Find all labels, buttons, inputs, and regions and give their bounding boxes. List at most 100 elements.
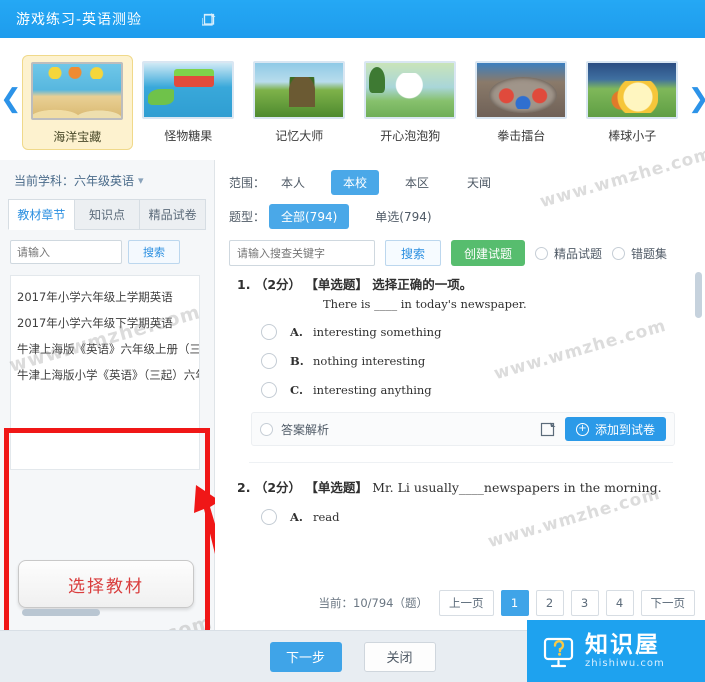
logo-title: 知识屋 <box>585 632 660 659</box>
option-letter: A. <box>290 325 303 339</box>
answer-analysis-bar: 答案解析 + 添加到试卷 <box>251 412 675 446</box>
close-button[interactable]: 关闭 <box>363 641 436 672</box>
game-label: 记忆大师 <box>275 128 324 143</box>
pagination-page-1[interactable]: 1 <box>500 590 529 616</box>
pagination: 当前：10/794（题） 上一页 1 2 3 4 下一页 <box>319 590 695 616</box>
app-window: 游戏练习-英语测验 ❮ 海洋宝藏 怪物糖果 记忆大师 开心泡泡狗 拳击擂台 棒球… <box>0 0 705 682</box>
game-tile-0[interactable]: 海洋宝藏 <box>21 54 133 150</box>
question-header: 1. （2分） 【单选题】 选择正确的一项。 <box>237 274 685 293</box>
type-filter-row: 题型： 全部(794) 单选(794) <box>229 204 705 229</box>
game-label: 开心泡泡狗 <box>380 128 441 143</box>
game-thumbnail-icon <box>475 60 568 119</box>
scope-option-self[interactable]: 本人 <box>269 170 317 195</box>
tab-textbook-chapters[interactable]: 教材章节 <box>8 199 75 230</box>
question-search-input[interactable] <box>229 240 375 266</box>
filter-label: 错题集 <box>631 246 668 261</box>
question-search-row: 搜索 创建试题 精品试题 错题集 <box>215 238 705 266</box>
pagination-prev-button[interactable]: 上一页 <box>439 590 494 616</box>
question-score: （2分） <box>254 277 302 292</box>
radio-icon[interactable] <box>612 246 626 260</box>
option-radio-icon[interactable] <box>261 509 277 525</box>
option-row[interactable]: C. interesting anything <box>261 382 685 398</box>
answer-radio-icon[interactable] <box>260 422 273 436</box>
scope-option-tianwen[interactable]: 天闻 <box>455 170 503 195</box>
tab-quality-papers[interactable]: 精品试卷 <box>140 199 207 229</box>
list-item[interactable]: 牛津上海版《英语》六年级上册（三起） <box>17 336 199 362</box>
carousel-next-button[interactable]: ❯ <box>688 38 705 160</box>
game-tile-5[interactable]: 棒球小子 <box>577 55 688 148</box>
pagination-page-4[interactable]: 4 <box>605 590 634 616</box>
option-radio-icon[interactable] <box>261 324 277 340</box>
game-tile-4[interactable]: 拳击擂台 <box>466 55 577 148</box>
logo-domain: zhishiwu.com <box>585 657 665 669</box>
add-to-paper-button[interactable]: + 添加到试卷 <box>564 417 666 441</box>
question-search-button[interactable]: 搜索 <box>385 240 441 266</box>
option-radio-icon[interactable] <box>261 353 277 369</box>
title-bar: 游戏练习-英语测验 <box>0 0 705 38</box>
add-to-paper-label: 添加到试卷 <box>594 422 655 437</box>
pagination-info: 当前：10/794（题） <box>318 596 428 610</box>
pagination-page-2[interactable]: 2 <box>535 590 564 616</box>
question-type: 【单选题】 <box>305 480 368 495</box>
vertical-scrollbar[interactable] <box>695 272 702 318</box>
question-bank-panel: 范围： 本人 本校 本区 天闻 题型： 全部(794) 单选(794) 搜索 创… <box>215 144 705 630</box>
list-item[interactable]: 2017年小学六年级上学期英语 <box>17 284 199 310</box>
type-option-all[interactable]: 全部(794) <box>269 204 350 229</box>
option-row[interactable]: B. nothing interesting <box>261 353 685 369</box>
tab-knowledge-points[interactable]: 知识点 <box>74 199 141 229</box>
game-tile-3[interactable]: 开心泡泡狗 <box>355 55 466 148</box>
option-text: read <box>313 510 340 524</box>
option-row[interactable]: A. read <box>261 509 685 525</box>
game-label: 棒球小子 <box>608 128 657 143</box>
filter-area: 范围： 本人 本校 本区 天闻 题型： 全部(794) 单选(794) <box>215 160 705 229</box>
filter-quality-questions[interactable]: 精品试题 <box>535 245 602 262</box>
option-text: interesting anything <box>313 383 432 397</box>
option-text: interesting something <box>313 325 442 339</box>
textbook-list[interactable]: 2017年小学六年级上学期英语 2017年小学六年级下学期英语 牛津上海版《英语… <box>10 275 200 470</box>
textbook-panel: 当前学科：六年级英语 ▾ 教材章节 知识点 精品试卷 搜索 2017年小学六年级… <box>0 160 236 682</box>
pagination-page-3[interactable]: 3 <box>570 590 599 616</box>
question-item-1: 1. （2分） 【单选题】 选择正确的一项。 There is ____ in … <box>225 268 699 463</box>
game-thumbnail-icon <box>586 60 679 119</box>
textbook-search-button[interactable]: 搜索 <box>128 240 180 264</box>
create-question-button[interactable]: 创建试题 <box>451 240 526 266</box>
main-body: 当前学科：六年级英语 ▾ 教材章节 知识点 精品试卷 搜索 2017年小学六年级… <box>0 144 705 682</box>
carousel-prev-button[interactable]: ❮ <box>0 38 22 160</box>
textbook-search-input[interactable] <box>10 240 122 264</box>
answer-analysis-label: 答案解析 <box>281 422 330 437</box>
type-option-single-choice[interactable]: 单选(794) <box>363 204 443 229</box>
question-item-2: 2. （2分） 【单选题】 Mr. Li usually____newspape… <box>225 463 699 525</box>
game-tile-2[interactable]: 记忆大师 <box>244 55 355 148</box>
window-title: 游戏练习-英语测验 <box>16 12 143 28</box>
game-thumbnail-icon <box>142 60 235 119</box>
subject-selector[interactable]: 当前学科：六年级英语 ▾ <box>0 160 214 197</box>
select-textbook-button[interactable]: 选择教材 <box>18 560 194 608</box>
game-tile-1[interactable]: 怪物糖果 <box>133 55 244 148</box>
edit-square-icon[interactable] <box>202 11 218 27</box>
textbook-search-row: 搜索 <box>0 230 214 272</box>
list-item[interactable]: 2017年小学六年级下学期英语 <box>17 310 199 336</box>
option-letter: C. <box>290 383 303 397</box>
scope-option-school[interactable]: 本校 <box>331 170 380 195</box>
type-label: 题型： <box>229 210 266 224</box>
list-item[interactable]: 牛津上海版小学《英语》（三起）六年 <box>17 362 199 388</box>
question-type: 【单选题】 <box>305 277 368 292</box>
question-title: Mr. Li usually____newspapers in the morn… <box>372 480 662 495</box>
scope-option-district[interactable]: 本区 <box>393 170 441 195</box>
horizontal-scrollbar[interactable] <box>22 609 100 616</box>
radio-icon[interactable] <box>535 246 549 260</box>
edit-square-icon[interactable] <box>540 421 557 438</box>
question-number: 2. <box>237 480 251 495</box>
logo-text: 知识屋 zhishiwu.com <box>585 633 665 668</box>
option-row[interactable]: A. interesting something <box>261 324 685 340</box>
option-radio-icon[interactable] <box>261 382 277 398</box>
scope-label: 范围： <box>229 176 266 190</box>
option-letter: B. <box>290 354 304 368</box>
option-letter: A. <box>290 510 303 524</box>
next-step-button[interactable]: 下一步 <box>269 641 342 672</box>
question-number: 1. <box>237 277 251 292</box>
question-header: 2. （2分） 【单选题】 Mr. Li usually____newspape… <box>237 477 685 496</box>
filter-wrong-questions[interactable]: 错题集 <box>612 245 667 262</box>
games-list: 海洋宝藏 怪物糖果 记忆大师 开心泡泡狗 拳击擂台 棒球小子 <box>21 49 688 150</box>
pagination-next-button[interactable]: 下一页 <box>640 590 695 616</box>
